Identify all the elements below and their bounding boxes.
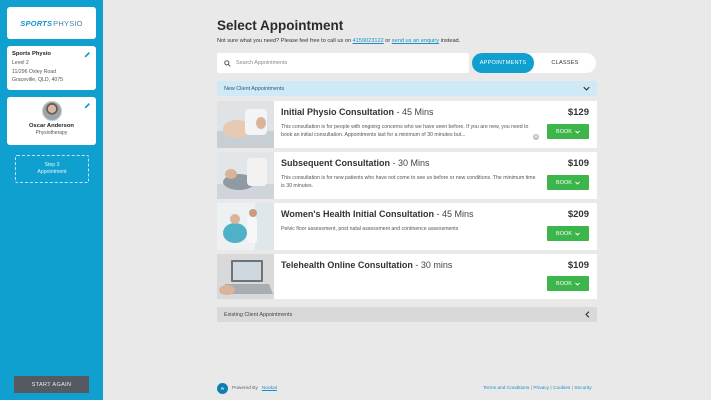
section-title: New Client Appointments <box>224 85 285 92</box>
appointment-duration: - 30 Mins <box>390 158 430 168</box>
search-placeholder: Search Appointments <box>236 60 288 66</box>
location-card: Sports Physio Level 2 11/296 Oxley Road … <box>7 46 96 90</box>
section-title: Existing Client Appointments <box>224 311 293 318</box>
enquiry-link[interactable]: send us an enquiry <box>392 38 439 44</box>
book-label: BOOK <box>556 230 572 237</box>
nookal-link[interactable]: Nookal <box>262 386 277 391</box>
appointment-duration: - 30 mins <box>412 260 453 270</box>
chevron-down-icon <box>575 181 580 185</box>
phone-link[interactable]: 4159023122 <box>353 38 384 44</box>
appointment-name: Telehealth Online Consultation - 30 mins <box>281 260 452 270</box>
avatar <box>41 101 62 121</box>
location-line: Level 2 <box>12 60 29 66</box>
subtitle-text: or <box>383 38 392 44</box>
tab-classes[interactable]: CLASSES <box>534 53 596 73</box>
chevron-down-icon <box>575 232 580 236</box>
appointment-title: Subsequent Consultation <box>281 158 390 168</box>
location-line: 11/296 Oxley Road <box>12 68 57 75</box>
book-button[interactable]: BOOK <box>547 124 589 139</box>
appointment-card[interactable]: Telehealth Online Consultation - 30 mins… <box>217 254 597 299</box>
book-label: BOOK <box>556 280 572 287</box>
logo-wordmark: SPORTS PHYSIO <box>20 19 82 28</box>
edit-icon[interactable] <box>84 102 91 109</box>
appointment-image <box>217 254 274 299</box>
chevron-down-icon <box>575 130 580 134</box>
logo-word-1: SPORTS <box>20 18 53 28</box>
appointment-description: This consultation is for people with ong… <box>281 124 529 138</box>
search-input[interactable]: Search Appointments <box>217 53 469 73</box>
practitioner-name: Oscar Anderson <box>29 123 74 129</box>
logo-word-2: PHYSIO <box>53 18 83 28</box>
existing-client-section-header[interactable]: Existing Client Appointments <box>217 307 597 322</box>
step-label: Appointment <box>37 169 67 175</box>
chevron-down-icon <box>583 86 590 91</box>
clinic-logo: SPORTS PHYSIO <box>7 7 96 39</box>
step-number: Step 3 <box>44 162 60 168</box>
appointment-price: $109 <box>567 260 589 271</box>
security-link[interactable]: Security <box>574 386 591 391</box>
privacy-link[interactable]: Privacy <box>533 386 549 391</box>
appointment-name: Women's Health Initial Consultation - 45… <box>281 209 474 219</box>
location-name: Sports Physio <box>12 51 51 57</box>
appointment-image <box>217 101 274 148</box>
cookies-link[interactable]: Cookies <box>553 386 570 391</box>
appointment-image <box>217 152 274 199</box>
book-button[interactable]: BOOK <box>547 276 589 291</box>
appointment-duration: - 45 Mins <box>394 107 434 117</box>
start-again-button[interactable]: START AGAIN <box>14 376 89 393</box>
appointment-duration: - 45 Mins <box>433 209 474 219</box>
step-indicator: Step 3 Appointment <box>15 155 89 183</box>
appointment-card[interactable]: Women's Health Initial Consultation - 45… <box>217 203 597 250</box>
terms-link[interactable]: Terms and Conditions <box>483 386 529 391</box>
sidebar: SPORTS PHYSIO Sports Physio Level 2 11/29… <box>0 0 103 400</box>
new-client-section-header[interactable]: New Client Appointments <box>217 81 597 96</box>
page-subtitle: Not sure what you need? Please feel free… <box>217 38 597 44</box>
appointment-name: Initial Physio Consultation - 45 Mins <box>281 107 434 117</box>
appointment-price: $109 <box>567 158 589 169</box>
practitioner-card: Oscar Anderson Physiotherapy <box>7 97 96 145</box>
book-label: BOOK <box>556 128 572 135</box>
practitioner-role: Physiotherapy <box>35 130 68 136</box>
appointment-card[interactable]: Subsequent Consultation - 30 Mins This c… <box>217 152 597 199</box>
appointment-card[interactable]: Initial Physio Consultation - 45 Mins Th… <box>217 101 597 148</box>
appointment-price: $129 <box>567 107 589 118</box>
appointment-title: Telehealth Online Consultation <box>281 260 413 270</box>
appointment-title: Initial Physio Consultation <box>281 107 395 117</box>
appointment-description: Pelvic floor assessment, post natal asse… <box>281 226 459 232</box>
tab-appointments[interactable]: APPOINTMENTS <box>472 53 534 73</box>
powered-by-text: Powered By <box>232 386 258 391</box>
info-icon[interactable]: ⊗ <box>533 134 539 140</box>
chevron-left-icon <box>585 311 590 318</box>
appointment-description: This consultation is for new patients wh… <box>281 175 536 189</box>
chevron-down-icon <box>575 282 580 286</box>
search-icon <box>224 59 231 67</box>
book-label: BOOK <box>556 179 572 186</box>
powered-by: ∞ Powered By Nookal <box>217 383 277 394</box>
edit-icon[interactable] <box>84 51 91 58</box>
book-button[interactable]: BOOK <box>547 175 589 190</box>
appointment-name: Subsequent Consultation - 30 Mins <box>281 158 430 168</box>
page-title: Select Appointment <box>217 18 344 33</box>
nookal-logo-icon: ∞ <box>217 383 228 394</box>
appointment-title: Women's Health Initial Consultation <box>281 209 434 219</box>
footer-links: Terms and Conditions | Privacy | Cookies… <box>483 386 592 391</box>
subtitle-text: instead. <box>439 38 461 44</box>
view-tabs: APPOINTMENTS CLASSES <box>472 53 596 73</box>
main-header: Select Appointment Not sure what you nee… <box>217 18 597 44</box>
appointment-price: $209 <box>567 209 589 220</box>
appointment-image <box>217 203 274 250</box>
book-button[interactable]: BOOK <box>547 226 589 241</box>
subtitle-text: Not sure what you need? Please feel free… <box>217 38 353 44</box>
location-line: Graceville, QLD, 4075 <box>12 77 64 83</box>
